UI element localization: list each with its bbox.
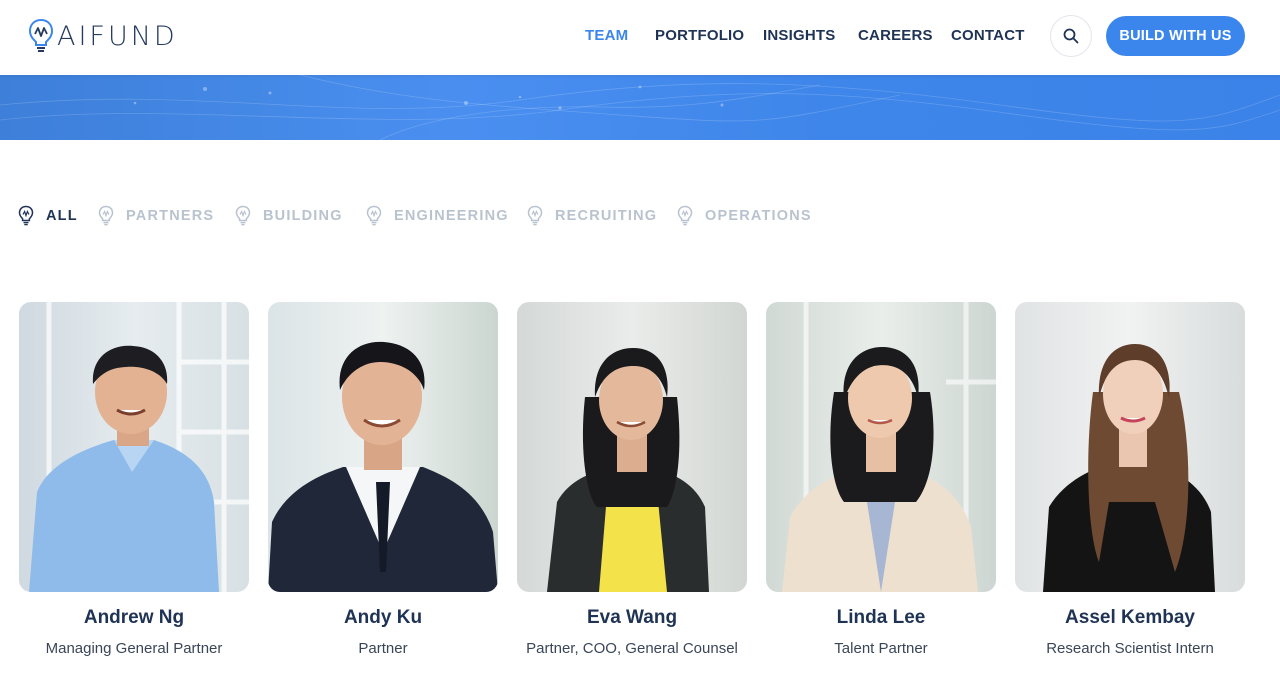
team-filter-bar: ALL PARTNERS BUILDING ENGINEERING RECRUI… xyxy=(0,200,1280,232)
team-card[interactable]: Andy Ku Partner xyxy=(268,302,498,662)
team-member-photo[interactable] xyxy=(1015,302,1245,592)
team-card[interactable]: Assel Kembay Research Scientist Intern xyxy=(1015,302,1245,662)
member-name: Linda Lee xyxy=(836,607,926,628)
team-member-photo[interactable] xyxy=(268,302,498,592)
team-card[interactable]: Eva Wang Partner, COO, General Counsel xyxy=(517,302,747,662)
site-header: AIFUND TEAM PORTFOLIO INSIGHTS CAREERS C… xyxy=(0,0,1280,75)
filter-label: ALL xyxy=(46,207,78,224)
filter-label: RECRUITING xyxy=(555,207,658,224)
nav-insights[interactable]: INSIGHTS xyxy=(763,27,835,44)
lightbulb-icon xyxy=(235,205,251,226)
portrait-andrew-ng xyxy=(19,302,249,592)
nav-contact[interactable]: CONTACT xyxy=(951,27,1025,44)
build-with-us-button[interactable]: BUILD WITH US xyxy=(1106,16,1245,56)
filter-label: BUILDING xyxy=(263,207,343,224)
member-name: Eva Wang xyxy=(586,607,678,628)
member-name: Andy Ku xyxy=(343,607,423,628)
lightbulb-icon xyxy=(527,205,543,226)
filter-building[interactable]: BUILDING xyxy=(235,205,343,226)
filter-recruiting[interactable]: RECRUITING xyxy=(527,205,657,226)
hero-banner xyxy=(0,75,1280,140)
member-role: Partner, COO, General Counsel xyxy=(526,640,738,657)
team-member-photo[interactable] xyxy=(19,302,249,592)
nav-team[interactable]: TEAM xyxy=(585,27,628,44)
portrait-linda-lee xyxy=(766,302,996,592)
lightbulb-icon xyxy=(18,205,34,226)
nav-careers[interactable]: CAREERS xyxy=(858,27,933,44)
filter-label: ENGINEERING xyxy=(394,207,509,224)
filter-all[interactable]: ALL xyxy=(18,205,78,226)
filter-operations[interactable]: OPERATIONS xyxy=(677,205,812,226)
portrait-assel-kembay xyxy=(1015,302,1245,592)
filter-label: OPERATIONS xyxy=(705,207,812,224)
member-role: Research Scientist Intern xyxy=(1046,640,1214,657)
lightbulb-icon xyxy=(98,205,114,226)
hero-network-pattern xyxy=(0,75,1280,140)
nav-portfolio[interactable]: PORTFOLIO xyxy=(655,27,744,44)
filter-label: PARTNERS xyxy=(126,207,215,224)
filter-engineering[interactable]: ENGINEERING xyxy=(366,205,509,226)
search-button[interactable] xyxy=(1050,15,1092,57)
member-role: Partner xyxy=(358,640,408,657)
portrait-andy-ku xyxy=(268,302,498,592)
filter-partners[interactable]: PARTNERS xyxy=(98,205,214,226)
team-member-photo[interactable] xyxy=(766,302,996,592)
lightbulb-icon xyxy=(677,205,693,226)
portrait-eva-wang xyxy=(517,302,747,592)
team-member-photo[interactable] xyxy=(517,302,747,592)
lightbulb-icon xyxy=(366,205,382,226)
team-card[interactable]: Linda Lee Talent Partner xyxy=(766,302,996,662)
search-icon xyxy=(1063,28,1079,44)
team-card[interactable]: Andrew Ng Managing General Partner xyxy=(19,302,249,662)
member-role: Talent Partner xyxy=(834,640,928,657)
member-name: Andrew Ng xyxy=(83,607,185,628)
member-name: Assel Kembay xyxy=(1065,607,1195,628)
